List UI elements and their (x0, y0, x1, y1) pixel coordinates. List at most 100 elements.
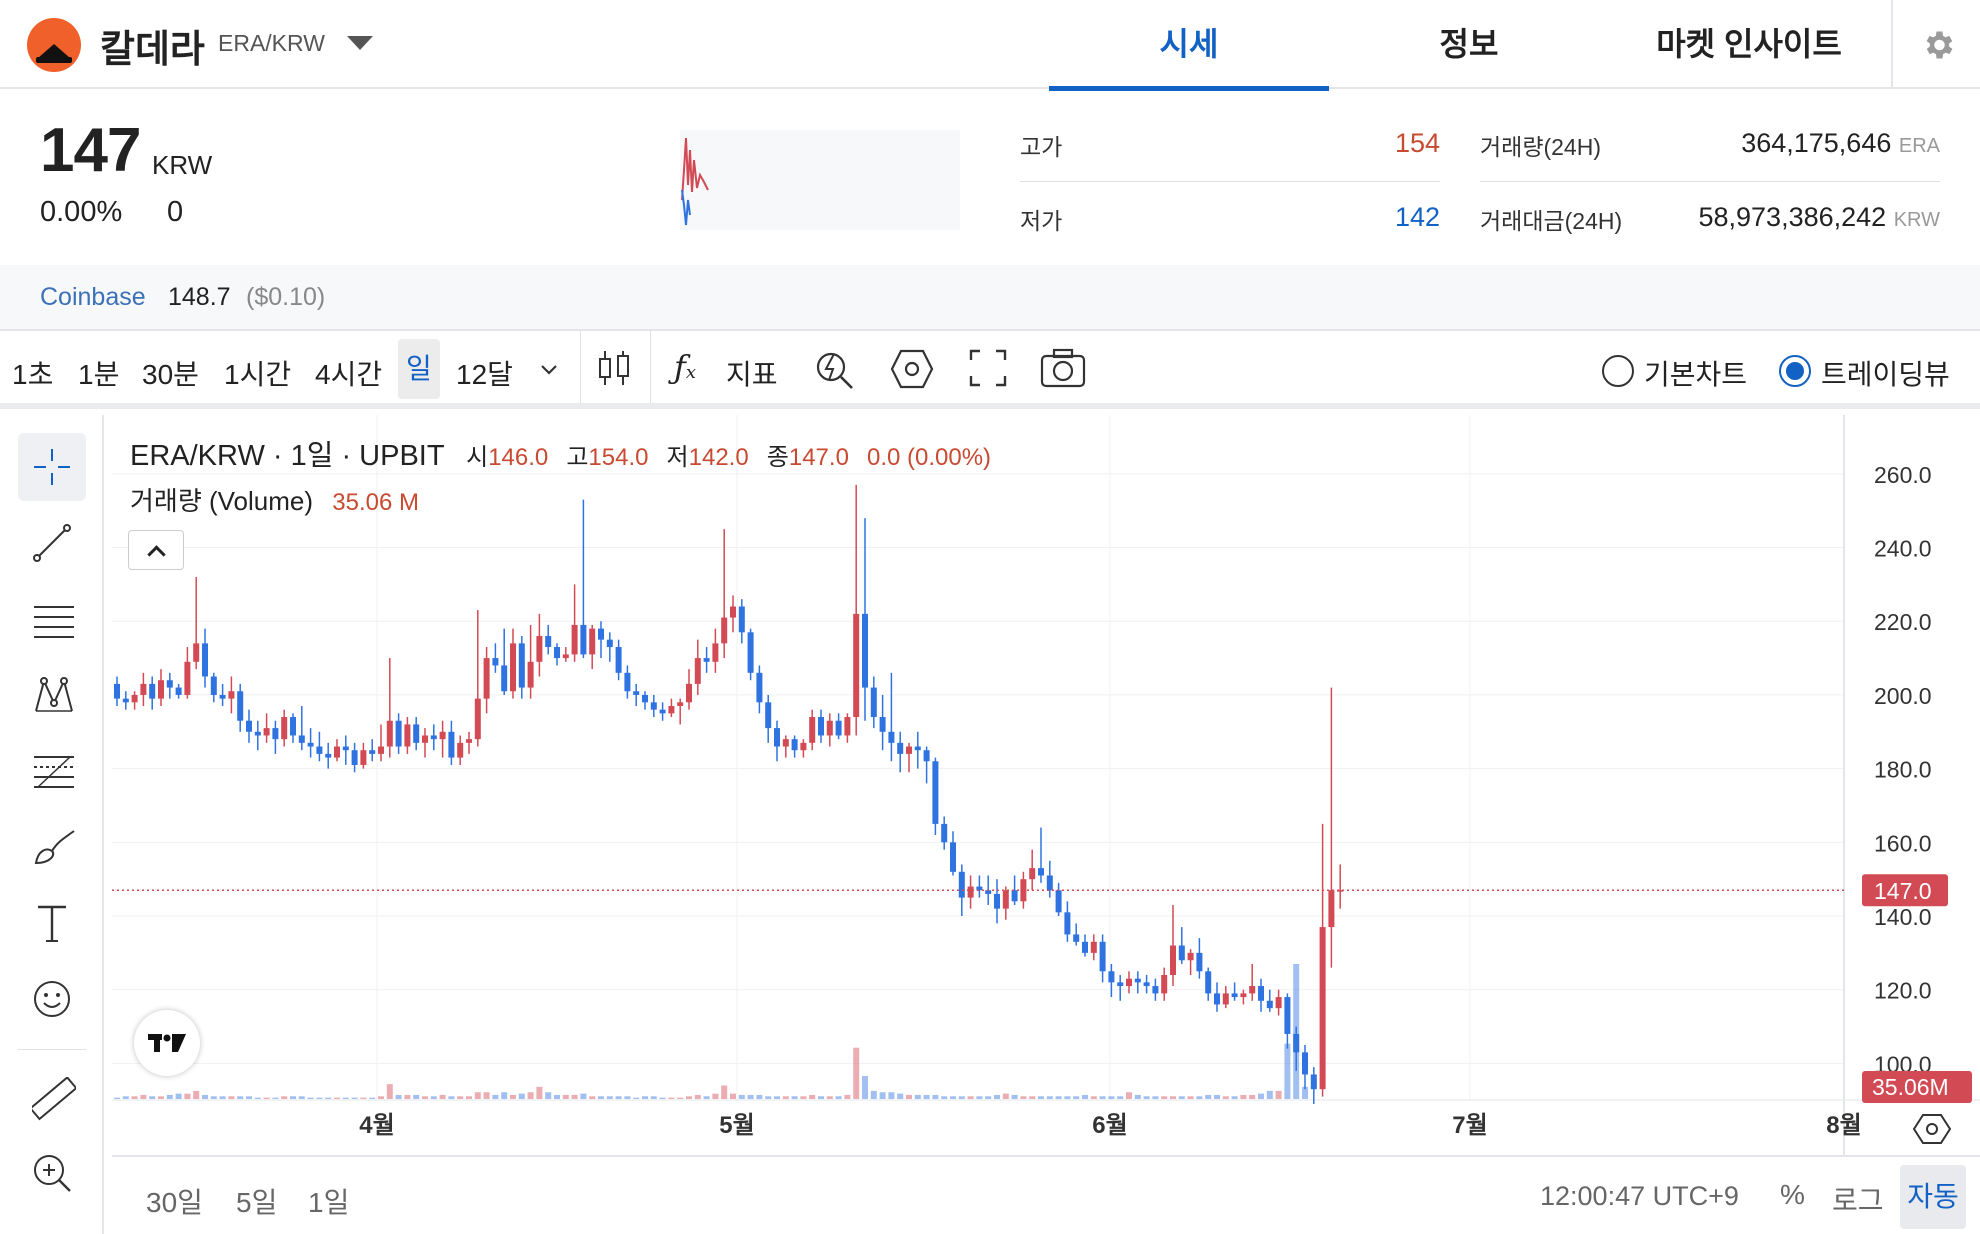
candle-body (932, 761, 939, 824)
price-chart[interactable]: 260.0 240.0 220.0 200.0 180.0 160.0 140.0 120.0… (112, 415, 1980, 1155)
hexagon-settings-icon[interactable] (890, 348, 934, 390)
candle-body (1134, 978, 1141, 983)
timeframe-1s[interactable]: 1초 (12, 353, 53, 393)
candlestick-chart[interactable]: 260.0 240.0 220.0 200.0 180.0 160.0 140.0 120.0… (112, 415, 1980, 1155)
candle-body (316, 746, 323, 754)
volume-24h-label: 거래량(24H) (1480, 134, 1601, 160)
timeframe-12month[interactable]: 12달 (456, 353, 513, 393)
divider (1020, 181, 1440, 182)
tab-info[interactable]: 정보 (1329, 0, 1609, 89)
volume-bar (677, 1097, 684, 1099)
range-1d[interactable]: 1일 (308, 1181, 349, 1221)
chart-clock[interactable]: 12:00:47 UTC+9 (1540, 1181, 1739, 1212)
x-tick-label: 5월 (719, 1112, 754, 1139)
horizontal-lines-tool[interactable] (18, 585, 86, 653)
chevron-down-icon[interactable] (347, 36, 373, 50)
tradingview-logo-icon[interactable] (134, 1010, 200, 1076)
candle-body (246, 720, 252, 732)
emoji-icon (34, 981, 70, 1017)
volume-bar (800, 1096, 807, 1099)
log-scale-button[interactable]: 로그 (1832, 1179, 1884, 1219)
brush-tool[interactable] (18, 813, 86, 881)
volume-bar (457, 1096, 464, 1099)
volume-bar (668, 1097, 675, 1099)
camera-icon[interactable] (1040, 348, 1086, 388)
candle-body (1143, 982, 1150, 987)
candle-body (765, 702, 772, 729)
candle-body (518, 643, 525, 688)
timeframe-day[interactable]: 일 (398, 339, 440, 399)
volume-bar (1240, 1094, 1247, 1099)
high-label: 고가 (1020, 134, 1063, 160)
candle-body (184, 661, 191, 695)
coin-pair[interactable]: ERA/KRW (218, 30, 325, 57)
volume-bar (1152, 1096, 1159, 1099)
candle-type-icon[interactable] (596, 348, 632, 388)
coinbase-link[interactable]: Coinbase (40, 283, 146, 312)
volume-bar (1038, 1096, 1044, 1099)
chevron-down-icon[interactable] (538, 358, 560, 380)
x-tick-label: 8월 (1826, 1112, 1861, 1139)
pattern-tool[interactable] (18, 661, 86, 729)
candle-body (624, 672, 631, 692)
range-5d[interactable]: 5일 (236, 1181, 277, 1221)
volume-bar (1055, 1096, 1062, 1099)
volume-bar (114, 1097, 120, 1099)
fx-icon[interactable]: ƒx (674, 348, 696, 386)
candle-body (342, 746, 349, 751)
time-axis-settings-icon[interactable] (1912, 1114, 1952, 1144)
volume-bar (950, 1096, 956, 1099)
volume-bar (1205, 1094, 1212, 1099)
candle-body (298, 735, 305, 743)
indicator-button[interactable]: 지표 (726, 353, 778, 393)
basic-chart-radio[interactable]: 기본차트 (1602, 353, 1747, 390)
trend-line-tool[interactable] (18, 509, 86, 577)
fibonacci-tool[interactable] (18, 737, 86, 805)
tab-price[interactable]: 시세 (1049, 0, 1329, 91)
candle-body (782, 739, 789, 747)
candle-body (360, 750, 367, 765)
tradingview-radio[interactable]: 트레이딩뷰 (1779, 353, 1950, 390)
candle-body (210, 676, 217, 695)
tab-market-insight[interactable]: 마켓 인사이트 (1609, 0, 1889, 89)
pattern-icon (35, 677, 73, 712)
volume-bar (1178, 1096, 1185, 1099)
timeframe-1m[interactable]: 1분 (78, 353, 119, 393)
text-tool[interactable] (18, 889, 86, 957)
low-value: 142 (1394, 202, 1440, 232)
candle-body (826, 720, 833, 736)
alert-search-icon[interactable] (814, 348, 856, 390)
volume-bar (404, 1094, 411, 1099)
volume-bar (756, 1094, 763, 1099)
volume-bar (193, 1090, 200, 1099)
settings-button[interactable] (1891, 0, 1980, 89)
candle-body (1046, 875, 1053, 891)
volume-bar (1170, 1096, 1176, 1099)
candle-body (668, 705, 675, 714)
timeframe-1h[interactable]: 1시간 (224, 353, 291, 393)
volume-bar (1126, 1092, 1132, 1099)
percent-scale-button[interactable]: % (1780, 1179, 1805, 1211)
emoji-tool[interactable] (18, 965, 86, 1033)
crosshair-tool[interactable] (18, 433, 86, 501)
timeframe-30m[interactable]: 30분 (142, 353, 199, 393)
zoom-in-tool[interactable] (18, 1139, 86, 1207)
candle-body (281, 717, 288, 740)
volume-bar (316, 1097, 323, 1099)
ruler-tool[interactable] (18, 1063, 86, 1131)
candle-body (395, 720, 402, 747)
candle-body (466, 739, 472, 743)
volume-bar (598, 1096, 604, 1099)
amount-24h-value: 58,973,386,242 KRW (1698, 202, 1940, 232)
fullscreen-icon[interactable] (968, 348, 1008, 388)
x-tick-label: 4월 (359, 1112, 394, 1139)
timeframe-4h[interactable]: 4시간 (315, 353, 382, 393)
candle-body (562, 654, 569, 659)
collapse-legend-button[interactable] (128, 530, 184, 570)
candle-body (474, 698, 481, 740)
candle-body (1038, 868, 1044, 876)
range-30d[interactable]: 30일 (146, 1181, 203, 1221)
auto-scale-button[interactable]: 자동 (1900, 1165, 1966, 1229)
change-amount: 0 (167, 196, 184, 228)
coin-name: 칼데라 (100, 29, 205, 71)
